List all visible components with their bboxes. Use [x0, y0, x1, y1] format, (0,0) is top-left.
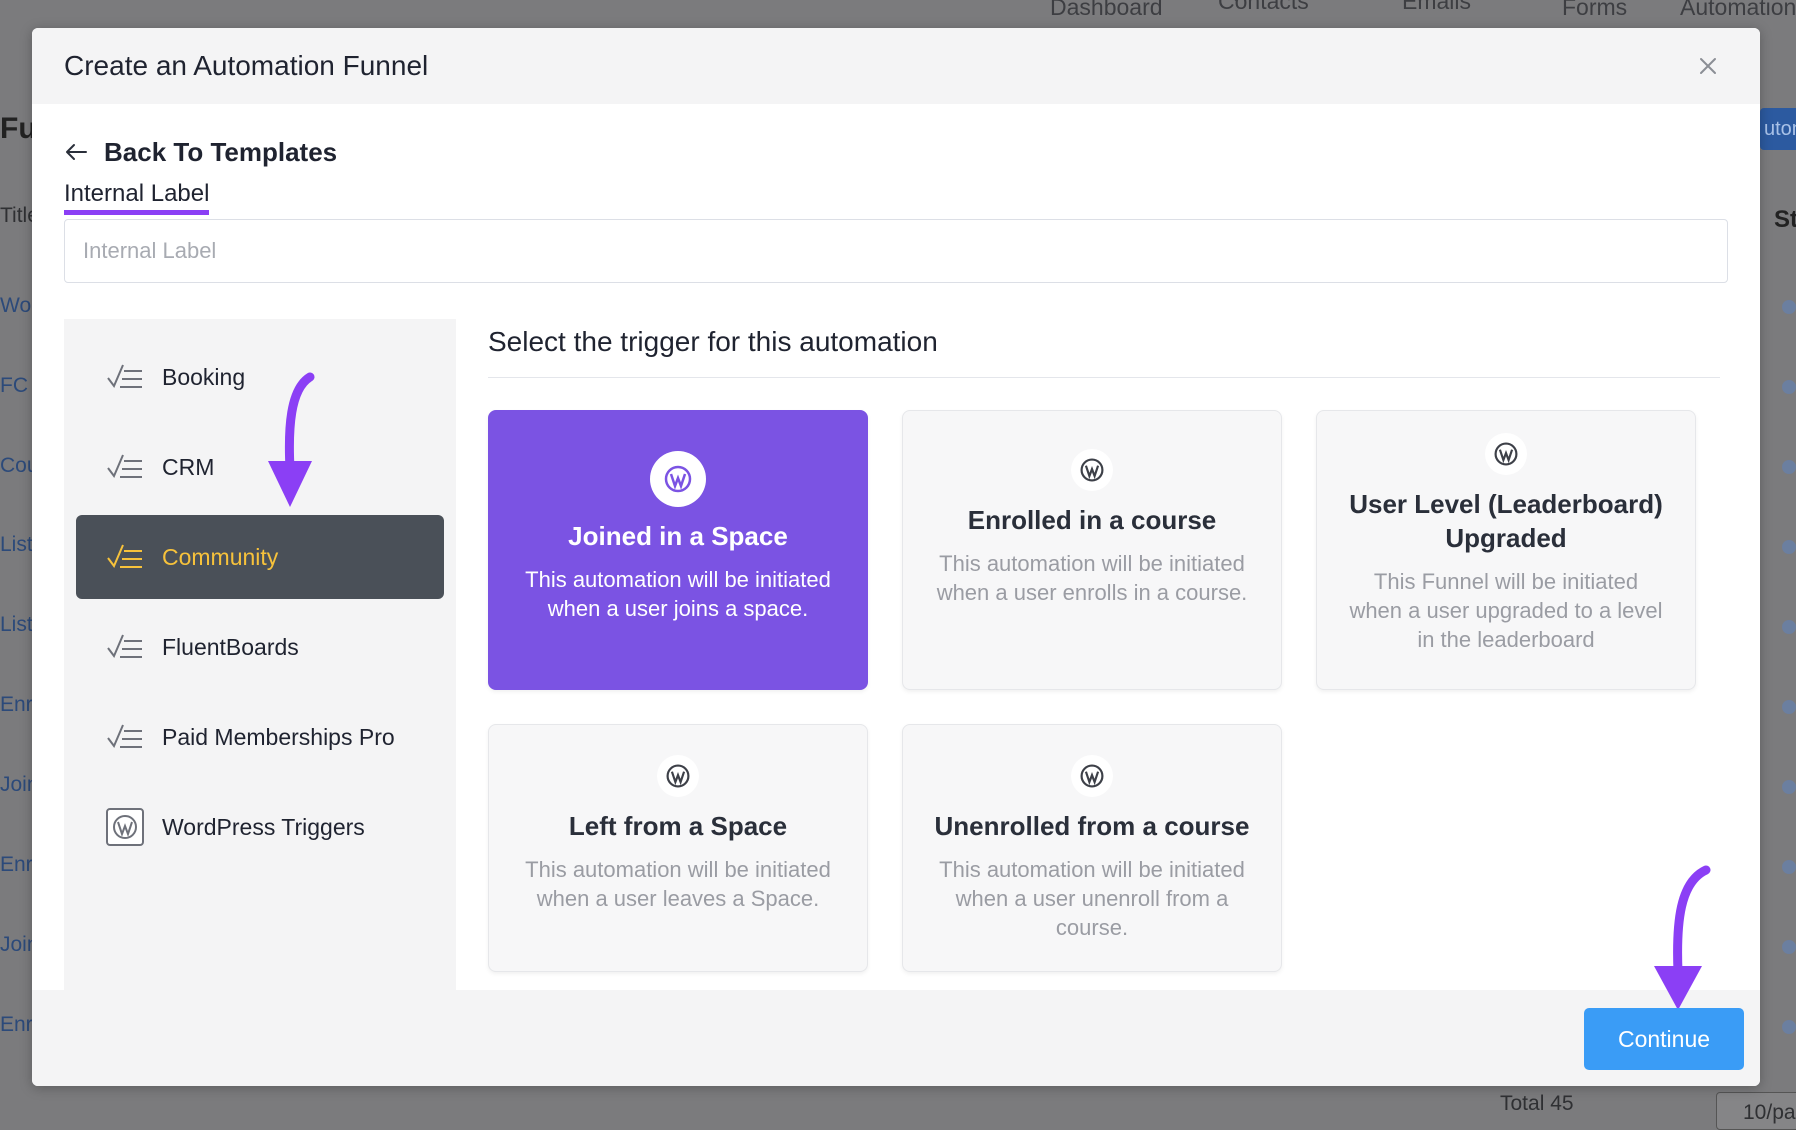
sidebar-item-label: Paid Memberships Pro: [162, 723, 395, 750]
trigger-card-user-level-upgraded[interactable]: User Level (Leaderboard) Upgraded This F…: [1316, 410, 1696, 690]
sidebar-item-label: Booking: [162, 363, 246, 390]
wordpress-icon: [657, 755, 699, 797]
bg-status-dot: [1782, 460, 1796, 474]
bg-status-dot: [1782, 940, 1796, 954]
trigger-description: This Funnel will be initiated when a use…: [1349, 569, 1663, 652]
bg-fragment: List: [0, 533, 33, 556]
trigger-category-sidebar: Booking CRM Community FluentBoards Paid …: [64, 319, 456, 993]
wordpress-icon: [1485, 433, 1527, 475]
bg-status-dot: [1782, 300, 1796, 314]
sidebar-item-community[interactable]: Community: [76, 515, 444, 599]
bg-status-dot: [1782, 1020, 1796, 1034]
bg-status-dot: [1782, 780, 1796, 794]
wordpress-icon: [1071, 755, 1113, 797]
sidebar-item-label: CRM: [162, 453, 215, 480]
sidebar-item-label: Community: [162, 543, 279, 570]
bg-status-dot: [1782, 860, 1796, 874]
trigger-card-left-from-a-space[interactable]: Left from a Space This automation will b…: [488, 724, 868, 972]
sidebar-item-wordpress-triggers[interactable]: WordPress Triggers: [76, 785, 444, 869]
trigger-description: This automation will be initiated when a…: [936, 551, 1248, 605]
bg-nav-forms: Forms: [1562, 0, 1628, 20]
trigger-card-grid: Joined in a Space This automation will b…: [488, 410, 1720, 972]
trigger-title: Left from a Space: [568, 811, 788, 841]
bg-fragment: List: [0, 613, 33, 636]
bg-fragment: Enr: [0, 853, 33, 876]
back-to-templates-link[interactable]: Back To Templates: [64, 132, 1728, 172]
dialog-title: Create an Automation Funnel: [64, 50, 429, 81]
trigger-panel: Select the trigger for this automation J…: [456, 319, 1728, 993]
checklist-icon: [106, 538, 144, 576]
trigger-title: User Level (Leaderboard) Upgraded: [1349, 489, 1663, 553]
sidebar-item-label: FluentBoards: [162, 633, 299, 660]
trigger-title: Joined in a Space: [568, 521, 788, 551]
bg-page-size-select: 10/pa: [1716, 1092, 1796, 1130]
checklist-icon: [106, 358, 144, 396]
close-button[interactable]: [1688, 46, 1728, 86]
background-right-column: utom St: [1760, 0, 1796, 1130]
bg-new-automation-button: utom: [1760, 108, 1796, 150]
bg-status-dot: [1782, 380, 1796, 394]
dialog-header: Create an Automation Funnel: [32, 28, 1760, 104]
trigger-card-enrolled-in-a-course[interactable]: Enrolled in a course This automation wil…: [902, 410, 1282, 690]
sidebar-item-label: WordPress Triggers: [162, 813, 365, 840]
bg-total-count: Total 45: [1500, 1092, 1574, 1115]
background-nav: Dashboard Contacts⌄ Emails⌄ Forms Automa…: [0, 0, 1796, 28]
checklist-icon: [106, 628, 144, 666]
divider: [488, 377, 1720, 378]
back-to-templates-label: Back To Templates: [104, 136, 338, 167]
continue-button[interactable]: Continue: [1584, 1008, 1744, 1070]
bg-nav-dashboard: Dashboard: [1050, 0, 1163, 20]
checklist-icon: [106, 718, 144, 756]
bg-status-header: St: [1774, 206, 1796, 233]
dialog-footer: Continue: [32, 865, 1760, 1086]
trigger-title: Unenrolled from a course: [934, 811, 1250, 841]
dialog-body: Back To Templates Internal Label Booking…: [32, 104, 1760, 1016]
bg-status-dot: [1782, 700, 1796, 714]
bg-status-dot: [1782, 540, 1796, 554]
internal-label-input[interactable]: [64, 219, 1728, 283]
bg-fragment: Enr: [0, 693, 33, 716]
trigger-title: Enrolled in a course: [967, 505, 1217, 535]
background-left-column: Fu Title Wor FC I Cou List List Enr Join…: [0, 0, 40, 1130]
annotation-arrow-icon: [1654, 865, 1711, 1010]
trigger-description: This automation will be initiated when a…: [525, 567, 831, 621]
wordpress-icon: [1071, 449, 1113, 491]
bg-status-dot: [1782, 620, 1796, 634]
sidebar-item-fluentboards[interactable]: FluentBoards: [76, 605, 444, 689]
trigger-card-unenrolled-from-a-course[interactable]: Unenrolled from a course This automation…: [902, 724, 1282, 972]
checklist-icon: [106, 448, 144, 486]
trigger-description: This automation will be initiated when a…: [525, 857, 831, 911]
annotation-arrow-icon: [268, 372, 315, 507]
bg-fragment: Enr: [0, 1013, 33, 1036]
wordpress-icon: [650, 451, 706, 507]
wordpress-icon: [106, 808, 144, 846]
create-automation-funnel-dialog: Create an Automation Funnel Back To Temp…: [32, 28, 1760, 1086]
internal-label-title: Internal Label: [64, 180, 210, 215]
trigger-description: This automation will be initiated when a…: [939, 857, 1245, 940]
sidebar-item-paid-memberships-pro[interactable]: Paid Memberships Pro: [76, 695, 444, 779]
arrow-left-icon: [66, 144, 87, 160]
trigger-heading: Select the trigger for this automation: [488, 326, 938, 357]
close-icon: [1700, 58, 1716, 74]
trigger-card-joined-in-a-space[interactable]: Joined in a Space This automation will b…: [488, 410, 868, 690]
trigger-selection-area: Booking CRM Community FluentBoards Paid …: [64, 319, 1728, 993]
